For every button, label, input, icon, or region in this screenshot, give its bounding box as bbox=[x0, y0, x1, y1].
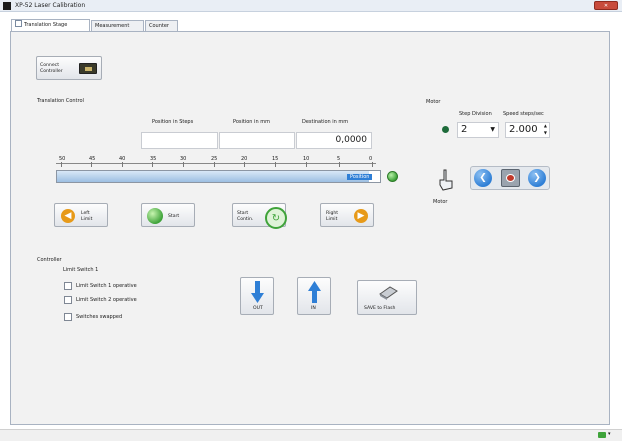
tab-panel bbox=[10, 31, 610, 425]
left-limit-label-1: Left bbox=[81, 211, 90, 216]
start-cont-label-2: Contin. bbox=[237, 217, 254, 222]
connect-label-1: Connect bbox=[40, 63, 59, 68]
checkbox-label: Switches swapped bbox=[76, 314, 123, 320]
right-limit-label-1: Right bbox=[326, 211, 339, 216]
tick-label: 45 bbox=[89, 156, 96, 162]
pointer-hand-icon bbox=[437, 168, 457, 194]
speed-value: 2.000 bbox=[509, 124, 538, 135]
tick-label: 50 bbox=[59, 156, 66, 162]
in-button[interactable]: IN bbox=[297, 277, 331, 315]
speed-header: Speed steps/sec bbox=[503, 111, 544, 117]
checkbox-box[interactable] bbox=[64, 313, 72, 321]
tab-page-icon bbox=[15, 20, 22, 27]
checkbox-box[interactable] bbox=[64, 282, 72, 290]
position-mm-header: Position in mm bbox=[233, 119, 270, 125]
window-title: XP-52 Laser Calibration bbox=[15, 2, 86, 9]
stop-button[interactable] bbox=[501, 169, 520, 187]
right-limit-button[interactable]: Right Limit ▶ bbox=[320, 203, 374, 227]
motor-group-title: Motor bbox=[426, 99, 441, 105]
start-continuous-button[interactable]: Start Contin. ↻ bbox=[232, 203, 287, 229]
tray-icon bbox=[598, 432, 606, 438]
position-scale: 50 45 40 35 30 25 20 15 10 5 0 bbox=[56, 156, 376, 170]
limit-switch-subtitle: Limit Switch 1 bbox=[63, 267, 99, 273]
connect-label-2: Controller bbox=[40, 69, 63, 74]
arrow-up-icon bbox=[308, 281, 321, 303]
speed-spinner[interactable]: 2.000 ▲ ▼ bbox=[505, 122, 550, 138]
tick-label: 35 bbox=[150, 156, 157, 162]
arrow-down-icon bbox=[251, 281, 264, 303]
motor-led bbox=[442, 126, 449, 133]
start-label: Start bbox=[168, 214, 180, 219]
slider-handle[interactable]: Position bbox=[347, 174, 373, 180]
go-icon bbox=[147, 208, 163, 224]
tab-label: Translation Stage bbox=[24, 22, 68, 28]
spin-arrows-icon[interactable]: ▲ ▼ bbox=[544, 122, 547, 136]
left-limit-button[interactable]: ◀ Left Limit bbox=[54, 203, 108, 227]
translation-group-title: Translation Control bbox=[37, 98, 84, 104]
position-track-fill bbox=[57, 171, 369, 182]
chevron-down-icon: ▼ bbox=[490, 126, 495, 133]
start-button[interactable]: Start bbox=[141, 203, 195, 227]
checkbox-label: Limit Switch 1 operative bbox=[76, 283, 137, 289]
close-button[interactable]: ✕ bbox=[594, 1, 618, 10]
destination-input[interactable]: 0,0000 bbox=[296, 132, 372, 149]
tab-measurement[interactable]: Measurement bbox=[91, 20, 144, 31]
out-label: OUT bbox=[253, 306, 263, 311]
step-division-select[interactable]: 2 ▼ bbox=[457, 122, 499, 138]
tab-translation-stage[interactable]: Translation Stage bbox=[11, 19, 90, 31]
left-limit-label-2: Limit bbox=[81, 217, 93, 222]
rotate-right-button[interactable]: ❯ bbox=[528, 169, 546, 187]
switches-swapped-checkbox[interactable]: Switches swapped bbox=[64, 313, 122, 321]
save-to-flash-button[interactable]: SAVE to Flash bbox=[357, 280, 417, 315]
refresh-icon: ↻ bbox=[265, 207, 287, 229]
step-division-value: 2 bbox=[461, 124, 468, 135]
status-led bbox=[387, 171, 398, 182]
position-steps-field bbox=[141, 132, 218, 149]
tab-counter[interactable]: Counter bbox=[145, 20, 178, 31]
tab-label: Measurement bbox=[95, 23, 130, 29]
tray-chevron-icon[interactable]: ▾ bbox=[608, 431, 611, 437]
motor-label: Motor bbox=[433, 199, 448, 205]
app-icon bbox=[3, 2, 11, 10]
plug-icon bbox=[79, 63, 97, 74]
in-label: IN bbox=[311, 306, 316, 311]
flash-memory-icon bbox=[377, 285, 399, 301]
hand-right-icon: ▶ bbox=[354, 209, 368, 223]
position-slider[interactable]: Position bbox=[56, 170, 381, 183]
save-label: SAVE to Flash bbox=[364, 306, 396, 311]
out-button[interactable]: OUT bbox=[240, 277, 274, 315]
stop-icon bbox=[506, 174, 515, 182]
destination-header: Destination in mm bbox=[302, 119, 349, 125]
position-mm-field bbox=[219, 132, 295, 149]
tab-label: Counter bbox=[149, 23, 169, 29]
status-bar bbox=[0, 429, 622, 441]
connect-controller-button[interactable]: Connect Controller bbox=[36, 56, 102, 80]
limit-switch-2-checkbox[interactable]: Limit Switch 2 operative bbox=[64, 296, 137, 304]
checkbox-label: Limit Switch 2 operative bbox=[76, 297, 137, 303]
right-limit-label-2: Limit bbox=[326, 217, 338, 222]
rotate-left-button[interactable]: ❮ bbox=[474, 169, 492, 187]
step-division-header: Step Division bbox=[459, 111, 492, 117]
position-steps-header: Position in Steps bbox=[152, 119, 194, 125]
start-cont-label-1: Start bbox=[237, 211, 249, 216]
title-bar bbox=[0, 0, 622, 12]
controller-group-title: Controller bbox=[37, 257, 62, 263]
checkbox-box[interactable] bbox=[64, 296, 72, 304]
hand-left-icon: ◀ bbox=[61, 209, 75, 223]
limit-switch-1-checkbox[interactable]: Limit Switch 1 operative bbox=[64, 282, 137, 290]
